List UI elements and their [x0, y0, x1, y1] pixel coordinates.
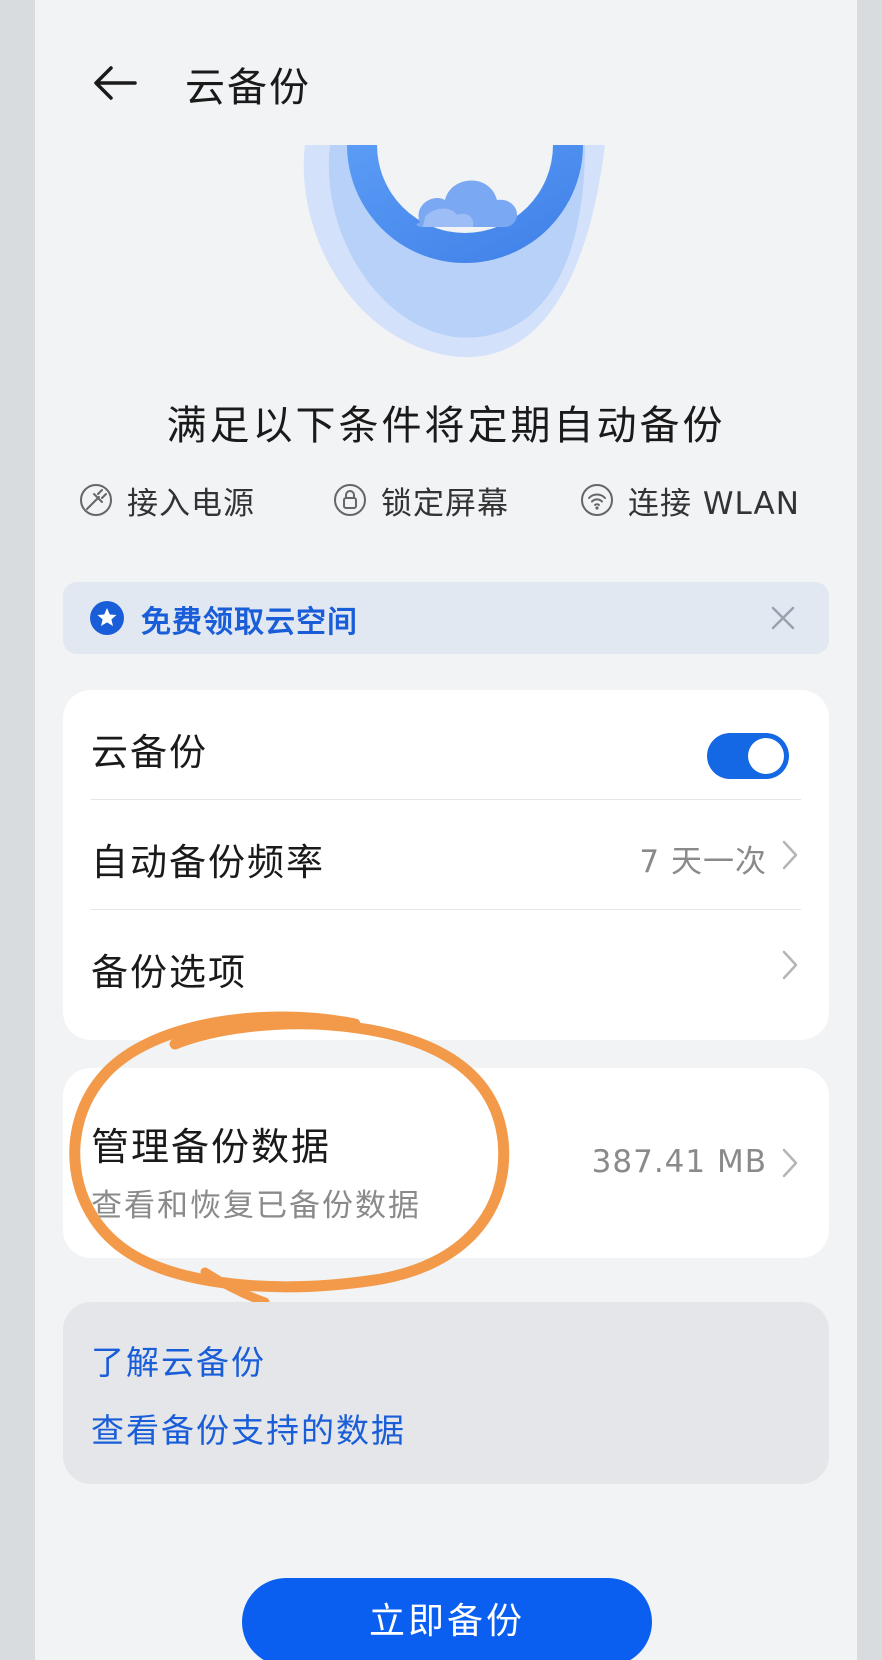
- chevron-right-icon: [782, 840, 798, 870]
- chevron-right-icon: [782, 1148, 798, 1178]
- cloud-backup-label: 云备份: [91, 731, 208, 774]
- star-badge-icon: [90, 601, 124, 635]
- supported-data-link[interactable]: 查看备份支持的数据: [91, 1404, 406, 1452]
- backup-now-button[interactable]: 立即备份: [242, 1578, 652, 1660]
- hero-illustration: [303, 145, 605, 358]
- condition-lock-label: 锁定屏幕: [381, 485, 509, 522]
- manage-backup-data-card[interactable]: 管理备份数据 查看和恢复已备份数据 387.41 MB: [63, 1068, 829, 1258]
- lock-icon: [333, 483, 367, 517]
- auto-backup-headline: 满足以下条件将定期自动备份: [166, 403, 726, 449]
- promo-label: 免费领取云空间: [141, 605, 358, 640]
- screen-edge-right: [857, 0, 882, 1660]
- page-title: 云备份: [185, 65, 311, 111]
- screen-edge-left: [0, 0, 35, 1660]
- cloud-backup-screen: 云备份 满足以下条件将定期自动备份 接入电源 锁定屏幕 连接 WLAN 免费领取…: [35, 0, 857, 1660]
- backup-options-row[interactable]: 备份选项: [63, 910, 829, 1020]
- back-button[interactable]: [87, 58, 143, 108]
- cloud-backup-row[interactable]: 云备份: [63, 690, 829, 800]
- manage-backup-subtitle: 查看和恢复已备份数据: [91, 1188, 421, 1224]
- condition-power-label: 接入电源: [127, 485, 255, 522]
- close-icon[interactable]: [763, 598, 803, 638]
- backup-size: 387.41 MB: [591, 1144, 767, 1180]
- backup-options-label: 备份选项: [91, 951, 247, 994]
- help-links-card: 了解云备份 查看备份支持的数据: [63, 1302, 829, 1484]
- wifi-icon: [580, 483, 614, 517]
- plug-icon: [79, 483, 113, 517]
- back-arrow-icon: [94, 66, 137, 100]
- backup-frequency-value: 7 天一次: [639, 844, 767, 880]
- chevron-right-icon: [782, 950, 798, 980]
- backup-frequency-label: 自动备份频率: [91, 841, 325, 884]
- condition-power: 接入电源: [79, 478, 255, 522]
- backup-settings-card: 云备份 自动备份频率 7 天一次 备份选项: [63, 690, 829, 1040]
- free-cloud-space-banner[interactable]: 免费领取云空间: [63, 582, 829, 654]
- condition-lock: 锁定屏幕: [333, 478, 509, 522]
- condition-wlan-label: 连接 WLAN: [628, 485, 800, 522]
- manage-backup-title: 管理备份数据: [91, 1125, 332, 1169]
- condition-wlan: 连接 WLAN: [580, 478, 800, 522]
- backup-conditions: 接入电源 锁定屏幕 连接 WLAN: [35, 478, 857, 522]
- cloud-backup-toggle[interactable]: [707, 733, 789, 779]
- backup-frequency-row[interactable]: 自动备份频率 7 天一次: [63, 800, 829, 910]
- toggle-knob: [748, 738, 784, 774]
- learn-cloud-backup-link[interactable]: 了解云备份: [91, 1336, 266, 1384]
